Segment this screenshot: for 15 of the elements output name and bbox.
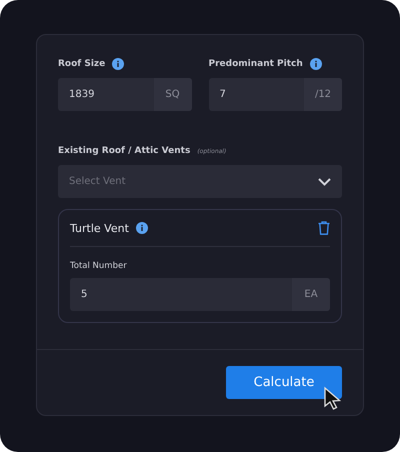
input-field[interactable]: 5 EA	[70, 278, 330, 311]
vent-title: Turtle Vent	[70, 222, 129, 234]
input-field[interactable]: 7 /12	[208, 78, 342, 111]
field-label: Roof Size	[58, 59, 106, 69]
info-icon[interactable]	[112, 58, 124, 70]
calculate-button[interactable]: Calculate	[226, 366, 342, 399]
info-icon[interactable]	[136, 222, 148, 234]
cursor-icon	[323, 386, 343, 412]
trash-icon[interactable]	[318, 221, 330, 235]
field-label: Predominant Pitch	[208, 59, 303, 69]
info-icon[interactable]	[310, 58, 322, 70]
chevron-down-icon	[318, 178, 331, 186]
field-label: Total Number	[70, 261, 128, 271]
input-field[interactable]: 1839 SQ	[58, 78, 192, 111]
field-label: Existing Roof / Attic Vents	[58, 146, 190, 156]
